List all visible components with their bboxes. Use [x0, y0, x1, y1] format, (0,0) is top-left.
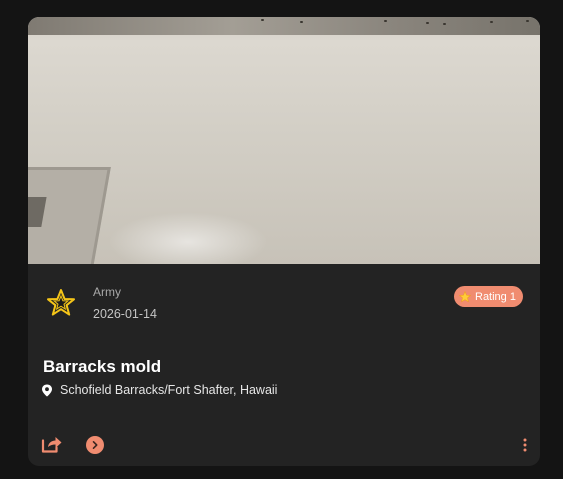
photo-ceiling-strip: [28, 17, 540, 35]
chevron-right-icon: [92, 441, 98, 449]
army-star-icon: [43, 285, 79, 321]
share-icon: [41, 437, 62, 453]
report-date: 2026-01-14: [93, 307, 157, 321]
more-options-button[interactable]: [518, 436, 532, 454]
report-photo[interactable]: [28, 17, 540, 264]
photo-vent-slot: [28, 197, 47, 227]
location-row: Schofield Barracks/Fort Shafter, Hawaii: [41, 383, 277, 397]
location-text: Schofield Barracks/Fort Shafter, Hawaii: [60, 383, 278, 397]
photo-mold-spot: [526, 20, 529, 22]
rating-badge: Rating 1: [454, 286, 523, 307]
service-branch: Army: [93, 285, 121, 299]
report-title[interactable]: Barracks mold: [43, 357, 161, 377]
photo-mold-spot: [490, 21, 493, 23]
photo-mold-spot: [384, 20, 387, 22]
share-button[interactable]: [41, 434, 63, 454]
star-icon: [459, 290, 471, 302]
open-report-button[interactable]: [86, 436, 104, 454]
map-pin-icon: [42, 384, 52, 396]
photo-mold-spot: [426, 22, 429, 24]
photo-mold-spot: [261, 19, 264, 21]
photo-light-glow: [108, 212, 268, 264]
rating-label: Rating 1: [475, 290, 516, 303]
report-card[interactable]: Army 2026-01-14 Rating 1 Barracks mold S…: [28, 17, 540, 466]
more-vertical-icon: [523, 438, 527, 452]
photo-mold-spot: [443, 23, 446, 25]
photo-mold-spot: [300, 21, 303, 23]
photo-vent-frame: [28, 167, 111, 264]
